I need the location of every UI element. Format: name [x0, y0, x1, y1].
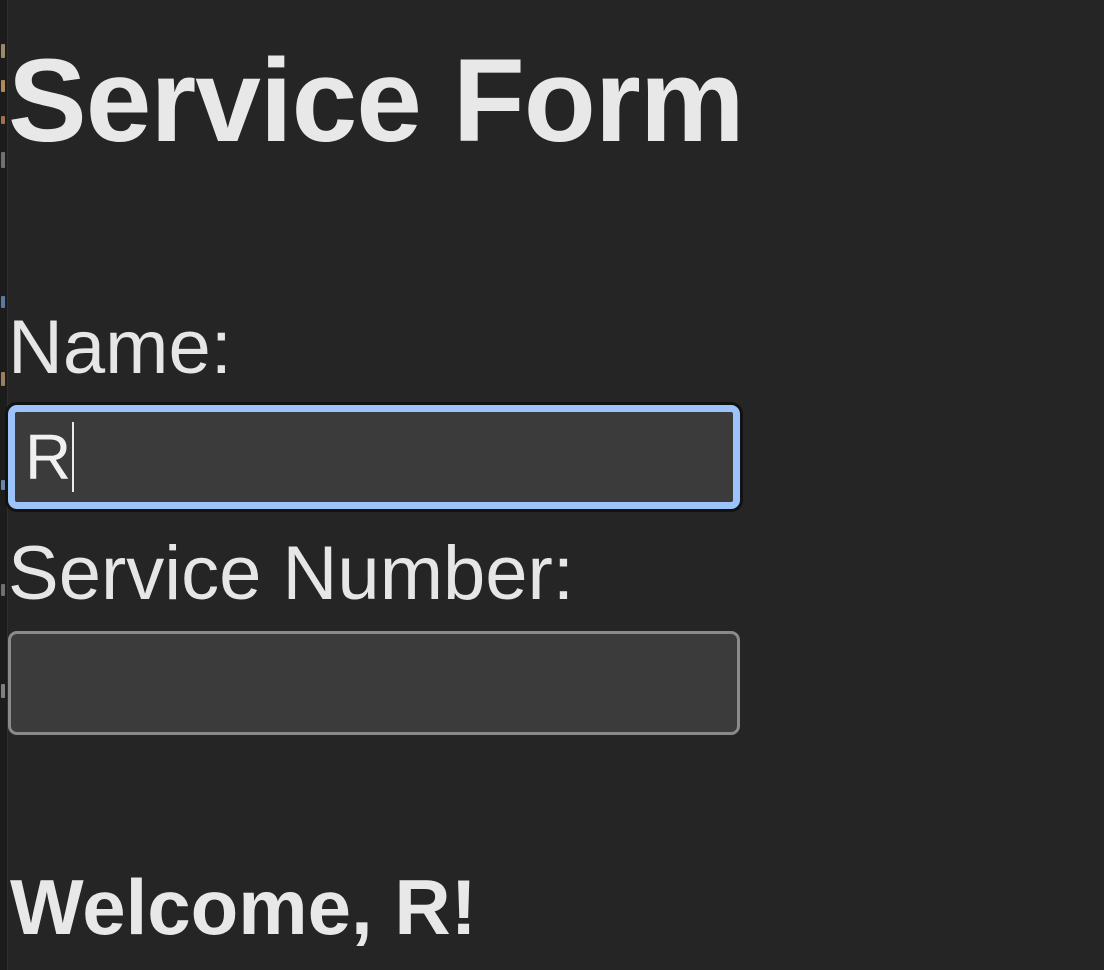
page-title: Service Form: [8, 35, 745, 167]
service-number-input[interactable]: [8, 631, 740, 735]
name-label: Name:: [8, 305, 232, 390]
edge-mark: [1, 80, 5, 92]
welcome-message: Welcome, R!: [10, 863, 477, 951]
service-number-label: Service Number:: [8, 531, 574, 616]
edge-mark: [1, 44, 5, 58]
name-input[interactable]: [8, 405, 740, 509]
edge-mark: [1, 480, 5, 490]
edge-mark: [1, 372, 5, 386]
edge-mark: [1, 152, 5, 168]
edge-mark: [1, 296, 5, 308]
edge-mark: [1, 584, 5, 596]
left-panel-edge: [0, 0, 8, 970]
text-cursor: [72, 422, 74, 492]
edge-mark: [1, 684, 5, 698]
edge-mark: [1, 116, 5, 124]
